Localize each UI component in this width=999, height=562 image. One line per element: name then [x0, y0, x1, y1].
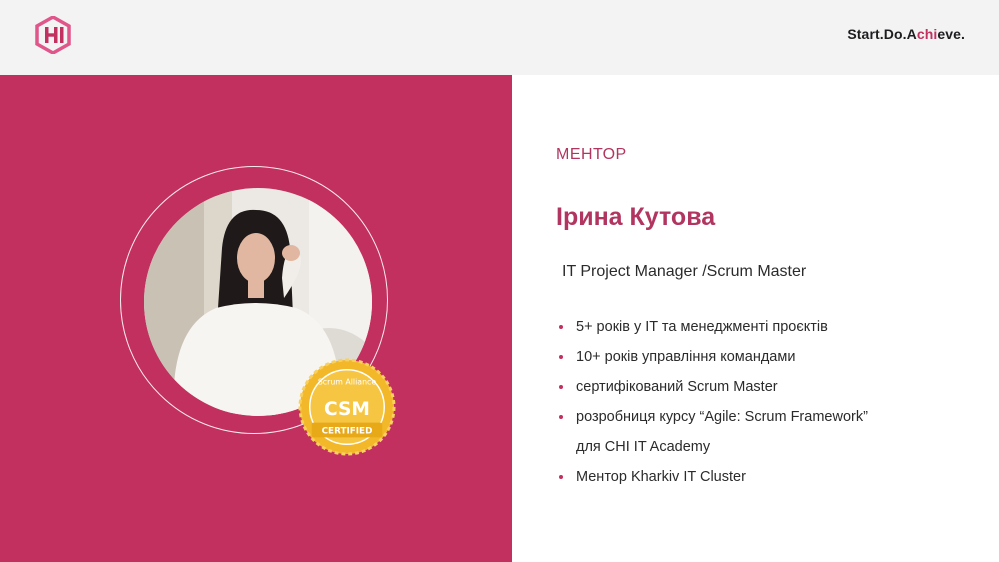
mentor-name: Ірина Кутова [556, 203, 716, 231]
fact-item: 10+ років управління командами [559, 342, 979, 372]
fact-item: 5+ років у IT та менеджменті проєктів [559, 312, 979, 342]
role-label: МЕНТОР [556, 146, 627, 163]
chi-logo-icon [35, 16, 71, 54]
svg-text:CERTIFIED: CERTIFIED [322, 426, 373, 436]
top-bar: Start.Do.Achieve. [0, 0, 999, 75]
left-panel: Scrum Alliance CSM CERTIFIED [0, 75, 512, 562]
tagline: Start.Do.Achieve. [847, 26, 965, 42]
facts-list: 5+ років у IT та менеджменті проєктів 10… [559, 312, 979, 492]
bullet-icon [559, 415, 563, 419]
fact-item: Ментор Kharkiv IT Cluster [559, 462, 979, 492]
bullet-icon [559, 325, 563, 329]
mentor-position: IT Project Manager /Scrum Master [562, 263, 807, 280]
csm-certified-badge-icon: Scrum Alliance CSM CERTIFIED [298, 358, 396, 456]
bullet-icon [559, 385, 563, 389]
fact-item: сертифікований Scrum Master [559, 372, 979, 402]
svg-text:Scrum Alliance: Scrum Alliance [318, 377, 377, 386]
bullet-icon [559, 475, 563, 479]
bullet-icon [559, 355, 563, 359]
svg-text:CSM: CSM [324, 399, 370, 420]
fact-item: розробниця курсу “Agile: Scrum Framework… [559, 402, 979, 462]
